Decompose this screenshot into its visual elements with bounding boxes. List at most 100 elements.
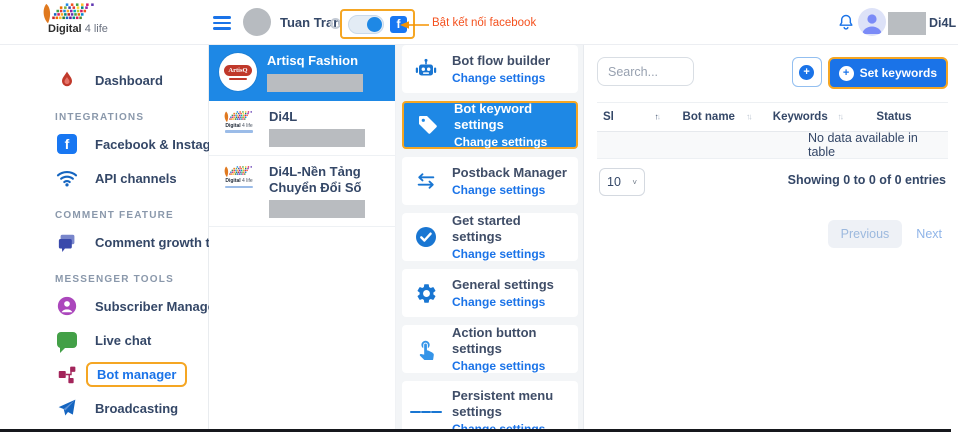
- bot-logo-di4l: Digital 4 life: [219, 164, 259, 188]
- sidebar-section-comment-feature: COMMENT FEATURE: [0, 199, 208, 225]
- set-keywords-button[interactable]: + Set keywords: [828, 57, 948, 89]
- plus-circle-icon: +: [839, 66, 854, 81]
- person-icon: [858, 8, 886, 36]
- add-icon-button[interactable]: +: [792, 57, 822, 87]
- menu-bars-icon: [410, 408, 442, 416]
- mini-logo-url: [225, 130, 253, 133]
- flame-icon: [55, 70, 79, 90]
- subscriber-person-icon: [55, 296, 79, 316]
- bot-logo-di4l: Digital 4 life: [219, 109, 259, 133]
- redacted-text-block: [888, 12, 926, 35]
- settings-item-bot-flow-builder[interactable]: Bot flow builder Change settings: [402, 45, 578, 93]
- chat-bubbles-icon: [55, 233, 79, 252]
- sidebar-item-facebook-instagram[interactable]: f Facebook & Instagram: [0, 127, 208, 161]
- sidebar-item-dashboard[interactable]: Dashboard: [0, 63, 208, 97]
- sidebar-item-label: Bot manager: [86, 362, 187, 387]
- change-settings-link[interactable]: Change settings: [452, 359, 570, 373]
- bot-list-item-di4l-nen-tang[interactable]: Digital 4 life Di4L-Nền Tảng Chuyển Đổi …: [209, 156, 395, 227]
- paper-plane-icon: [55, 398, 79, 418]
- hamburger-menu-icon[interactable]: [213, 16, 231, 33]
- page-size-select[interactable]: 10 ˅: [599, 168, 645, 196]
- settings-item-title: Bot keyword settings: [454, 101, 568, 132]
- column-header-keywords[interactable]: Keywords ↑↓: [755, 111, 847, 123]
- settings-item-title: Persistent menu settings: [452, 388, 570, 419]
- brand-logo-text: Digital 4 life: [34, 23, 134, 35]
- keywords-table-header: Sl ↑↓ Bot name ↑↓ Keywords ↑↓ Status: [597, 102, 948, 132]
- robot-icon: [410, 57, 442, 81]
- bot-name: Artisq Fashion: [267, 53, 363, 69]
- chevron-down-icon: ˅: [632, 178, 637, 187]
- redacted-text-block: [269, 129, 365, 147]
- annotation-arrow: [399, 19, 429, 31]
- sidebar-item-live-chat[interactable]: Live chat: [0, 323, 208, 357]
- search-input[interactable]: [597, 57, 694, 86]
- user-avatar[interactable]: [243, 8, 271, 36]
- gear-icon: [410, 282, 442, 305]
- facebook-icon: f: [55, 134, 79, 154]
- column-header-sl[interactable]: Sl ↑↓: [603, 111, 663, 123]
- plus-circle-icon: +: [799, 65, 814, 80]
- column-header-bot-name[interactable]: Bot name ↑↓: [663, 111, 755, 123]
- toggle-knob: [367, 17, 382, 32]
- settings-item-action-button-settings[interactable]: Action button settings Change settings: [402, 325, 578, 373]
- sidebar-item-comment-growth-tools[interactable]: Comment growth tools: [0, 225, 208, 259]
- tag-icon: [412, 113, 444, 137]
- sidebar-item-label: API channels: [95, 171, 177, 186]
- bot-name: Di4L-Nền Tảng Chuyển Đổi Số: [269, 164, 385, 195]
- app-window: Digital 4 life Tuan Tran▾ f Bật kết nối …: [0, 0, 958, 432]
- change-settings-link[interactable]: Change settings: [452, 295, 554, 309]
- change-settings-link[interactable]: Change settings: [452, 247, 570, 261]
- workspace-menu[interactable]: Di4L▾: [929, 16, 958, 30]
- sidebar-section-messenger-tools: MESSENGER TOOLS: [0, 263, 208, 289]
- facebook-connect-toggle[interactable]: [348, 15, 384, 34]
- bot-settings-menu: Bot flow builder Change settings Bot key…: [396, 45, 583, 432]
- annotation-text: Bật kết nối facebook: [432, 17, 536, 29]
- redacted-text-block: [269, 200, 365, 218]
- sort-icon: ↑↓: [655, 111, 660, 121]
- brand-logo[interactable]: Digital 4 life: [34, 3, 134, 35]
- mini-logo-url: [225, 186, 253, 189]
- change-settings-link[interactable]: Change settings: [452, 71, 550, 85]
- sidebar-item-api-channels[interactable]: API channels: [0, 161, 208, 195]
- sidebar-item-broadcasting[interactable]: Broadcasting: [0, 391, 208, 425]
- mini-logo-text: Digital 4 life: [225, 123, 252, 129]
- settings-item-persistent-menu-settings[interactable]: Persistent menu settings Change settings: [402, 381, 578, 432]
- next-page-button[interactable]: Next: [912, 220, 946, 248]
- brand-light: 4 life: [85, 23, 108, 35]
- settings-item-title: Bot flow builder: [452, 53, 550, 69]
- notifications-bell-icon[interactable]: [836, 13, 856, 33]
- previous-page-button[interactable]: Previous: [828, 220, 903, 248]
- set-keywords-label: Set keywords: [860, 66, 937, 80]
- brand-bold: Digital: [48, 23, 82, 35]
- mini-logo-text: Digital 4 life: [225, 178, 252, 184]
- bot-list: ArtisQ Artisq Fashion Digital 4 life Di4…: [209, 45, 396, 432]
- change-settings-link[interactable]: Change settings: [454, 135, 568, 149]
- settings-item-general-settings[interactable]: General settings Change settings: [402, 269, 578, 317]
- sidebar: Dashboard INTEGRATIONS f Facebook & Inst…: [0, 45, 209, 432]
- table-empty-message: No data available in table: [597, 132, 948, 159]
- sidebar-section-integrations: INTEGRATIONS: [0, 101, 208, 127]
- sort-icon: ↑↓: [746, 111, 751, 121]
- redacted-text-block: [267, 74, 363, 92]
- wifi-icon: [55, 169, 79, 187]
- entries-summary: Showing 0 to 0 of 0 entries: [788, 173, 948, 187]
- bot-list-item-di4l[interactable]: Digital 4 life Di4L: [209, 101, 395, 157]
- sidebar-item-subscriber-manager[interactable]: Subscriber Manager: [0, 289, 208, 323]
- sidebar-item-label: Live chat: [95, 333, 151, 348]
- change-settings-link[interactable]: Change settings: [452, 183, 567, 197]
- sidebar-item-bot-manager[interactable]: Bot manager: [0, 357, 208, 391]
- settings-item-bot-keyword-settings[interactable]: Bot keyword settings Change settings: [402, 101, 578, 149]
- settings-item-postback-manager[interactable]: Postback Manager Change settings: [402, 157, 578, 205]
- brand-logo-art: [34, 3, 106, 25]
- page-size-value: 10: [607, 175, 621, 189]
- settings-item-title: General settings: [452, 277, 554, 293]
- column-header-status[interactable]: Status: [846, 111, 942, 123]
- swap-arrows-icon: [410, 170, 442, 192]
- artisq-logo-text: ArtisQ: [224, 65, 251, 76]
- account-avatar[interactable]: [858, 8, 886, 36]
- keywords-panel: + + Set keywords Sl ↑↓ Bot name ↑↓: [583, 45, 958, 432]
- flowchart-icon: [55, 364, 79, 385]
- bot-list-item-artisq-fashion[interactable]: ArtisQ Artisq Fashion: [209, 45, 395, 101]
- settings-item-get-started-settings[interactable]: Get started settings Change settings: [402, 213, 578, 261]
- sidebar-item-label: Broadcasting: [95, 401, 178, 416]
